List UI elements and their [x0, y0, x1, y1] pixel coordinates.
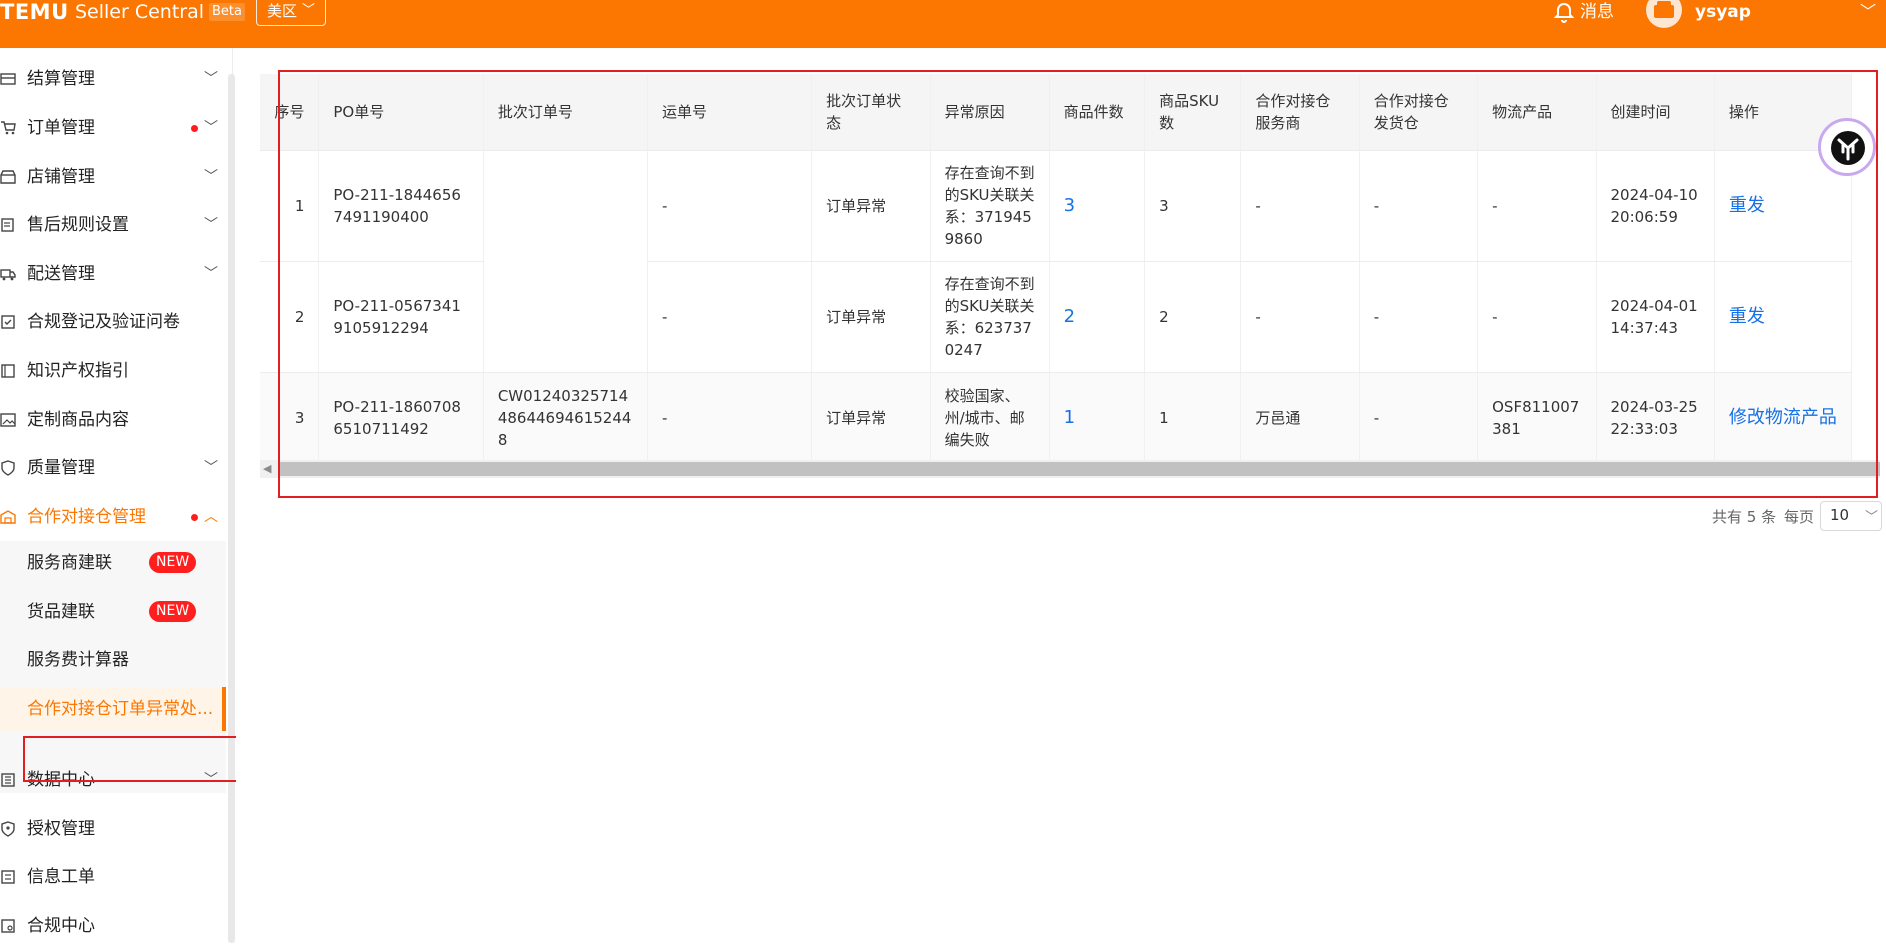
notification-dot: [191, 125, 198, 132]
after-sales-icon: [1, 218, 14, 232]
selected-indicator: [222, 687, 226, 731]
bell-icon[interactable]: [1552, 0, 1578, 26]
chevron-down-icon: ﹀: [204, 460, 218, 476]
beta-badge: Beta: [209, 3, 245, 21]
total-count: 共有 5 条: [1712, 508, 1777, 526]
sidebar-item-settlement[interactable]: 结算管理 ﹀: [0, 59, 228, 99]
sidebar-item-label: 订单管理: [27, 118, 95, 138]
wallet-icon: [0, 73, 16, 85]
new-badge: NEW: [149, 552, 197, 573]
temu-logo[interactable]: TEMU: [0, 0, 69, 24]
messages-link[interactable]: 消息: [1580, 0, 1614, 24]
page-size-select[interactable]: 10 ﹀: [1820, 501, 1882, 531]
ticket-icon: [1, 870, 15, 884]
sidebar-item-label: 信息工单: [27, 867, 95, 887]
assistant-logo-icon: [1831, 131, 1865, 165]
compliance-center-icon: [1, 919, 15, 933]
notification-dot: [191, 514, 198, 521]
sub-item-label: 货品建联: [27, 602, 95, 622]
scroll-left-arrow-icon[interactable]: ◀: [263, 462, 271, 475]
sidebar-item-authorization[interactable]: 授权管理: [0, 809, 228, 849]
sidebar-scrollbar[interactable]: [228, 74, 235, 943]
chevron-down-icon: ﹀: [204, 217, 218, 233]
avatar[interactable]: [1646, 0, 1682, 28]
sidebar-item-orders[interactable]: 订单管理 ﹀: [0, 108, 228, 148]
sidebar-item-label: 定制商品内容: [27, 410, 129, 430]
chevron-down-icon: ﹀: [204, 120, 218, 136]
sidebar-item-label: 质量管理: [27, 458, 95, 478]
book-icon: [1, 364, 15, 378]
authorization-icon: [1, 821, 15, 837]
sidebar-item-ip-guide[interactable]: 知识产权指引: [0, 351, 228, 391]
new-badge: NEW: [149, 601, 197, 622]
page-size-value: 10: [1830, 506, 1850, 524]
chevron-down-icon: ﹀: [204, 266, 218, 282]
user-menu-chevron-icon[interactable]: ﹀: [1860, 0, 1876, 22]
sidebar-item-store[interactable]: 店铺管理 ﹀: [0, 157, 228, 197]
sub-item-fee-calculator[interactable]: 服务费计算器: [0, 638, 226, 682]
chevron-down-icon: ﹀: [204, 169, 218, 185]
region-label: 美区: [267, 2, 298, 20]
chevron-down-icon: ﹀: [1865, 510, 1879, 525]
image-icon: [0, 413, 16, 427]
sidebar-item-label: 配送管理: [27, 264, 95, 284]
warehouse-icon: [0, 510, 16, 524]
sub-item-provider-link[interactable]: 服务商建联 NEW: [0, 541, 226, 585]
sidebar-item-tickets[interactable]: 信息工单: [0, 857, 228, 897]
data-icon: [1, 773, 15, 787]
shield-check-icon: [1, 460, 15, 476]
sidebar-item-label: 合规中心: [27, 916, 95, 936]
compliance-form-icon: [1, 315, 15, 329]
sub-item-goods-link[interactable]: 货品建联 NEW: [0, 590, 226, 634]
sub-item-order-exception[interactable]: 合作对接仓订单异常处...: [0, 687, 226, 731]
sub-item-label: 合作对接仓订单异常处...: [27, 699, 214, 719]
sidebar-item-compliance-center[interactable]: 合规中心: [0, 906, 228, 946]
sidebar-item-partner-warehouse[interactable]: 合作对接仓管理 ︿: [0, 497, 228, 537]
sidebar-item-after-sales[interactable]: 售后规则设置 ﹀: [0, 205, 228, 245]
sub-item-label: 服务商建联: [27, 553, 112, 573]
main-content: 序号 PO单号 批次订单号 运单号 批次订单状态 异常原因 商品件数 商品SKU…: [236, 48, 1886, 943]
sidebar-item-custom-content[interactable]: 定制商品内容: [0, 400, 228, 440]
sidebar-item-label: 结算管理: [27, 69, 95, 89]
sidebar-item-label: 授权管理: [27, 819, 95, 839]
floating-assistant-button[interactable]: [1818, 118, 1876, 176]
sidebar-item-quality[interactable]: 质量管理 ﹀: [0, 448, 228, 488]
sidebar-item-compliance-form[interactable]: 合规登记及验证问卷: [0, 302, 228, 342]
pagination: 共有 5 条 每页 10 ﹀: [1712, 500, 1886, 531]
cart-icon: [1, 121, 16, 135]
region-selector[interactable]: 美区 ﹀: [256, 0, 326, 26]
sidebar-item-label: 店铺管理: [27, 167, 95, 187]
per-page-label: 每页: [1784, 508, 1815, 526]
sidebar: 结算管理 ﹀ 订单管理 ﹀ 店铺管理 ﹀ 售后规则设置 ﹀ 配送管理 ﹀ 合规登…: [0, 48, 288, 946]
sidebar-item-label: 售后规则设置: [27, 215, 129, 235]
sidebar-item-label: 知识产权指引: [27, 361, 129, 381]
store-icon: [0, 170, 16, 184]
sidebar-item-label: 合规登记及验证问卷: [27, 312, 180, 332]
app-name: Seller Central: [75, 1, 205, 23]
chevron-down-icon: ﹀: [301, 3, 315, 18]
username[interactable]: ysyap: [1695, 0, 1751, 24]
table-highlight-box: [278, 70, 1878, 498]
sidebar-item-delivery[interactable]: 配送管理 ﹀: [0, 254, 228, 294]
top-header: TEMU Seller Central Beta 美区 ﹀ 消息 ysyap ﹀: [0, 0, 1886, 48]
truck-icon: [0, 269, 16, 281]
sub-item-label: 服务费计算器: [27, 650, 129, 670]
chevron-up-icon: ︿: [204, 509, 218, 525]
sidebar-item-label: 合作对接仓管理: [27, 507, 146, 527]
chevron-down-icon: ﹀: [204, 71, 218, 87]
